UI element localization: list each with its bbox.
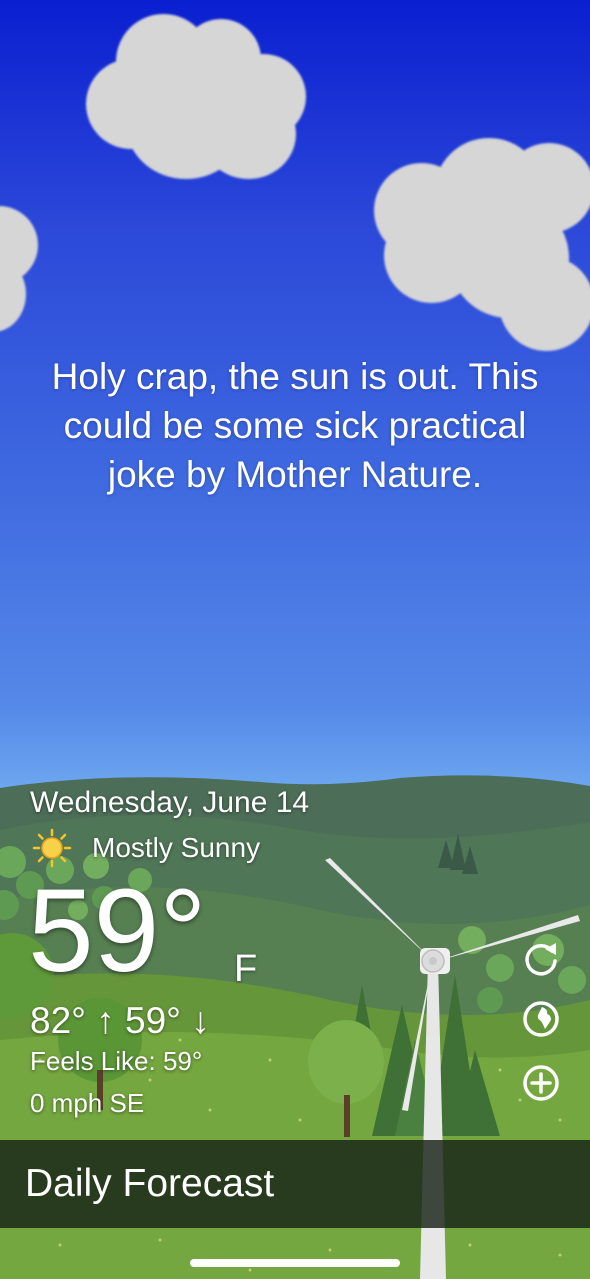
location-button[interactable] xyxy=(520,998,562,1040)
condition-row: Mostly Sunny xyxy=(32,828,260,868)
plus-circle-icon xyxy=(523,1065,559,1101)
wind-label: 0 mph SE xyxy=(30,1088,145,1118)
high-low-temperature: 82° ↑ 59° ↓ xyxy=(30,1000,210,1042)
condition-label: Mostly Sunny xyxy=(92,832,261,863)
date-label: Wednesday, June 14 xyxy=(30,786,310,819)
current-temperature: 59° xyxy=(28,865,207,997)
feels-like-label: Feels Like: 59° xyxy=(30,1046,203,1076)
home-indicator[interactable] xyxy=(190,1259,400,1267)
down-arrow-icon: ↓ xyxy=(191,1000,210,1041)
refresh-button[interactable] xyxy=(520,938,562,980)
temperature-unit: F xyxy=(234,948,258,990)
sun-icon xyxy=(32,828,72,868)
up-arrow-icon: ↑ xyxy=(96,1000,115,1041)
refresh-icon xyxy=(525,943,557,976)
low-temperature: 59° xyxy=(125,1000,181,1041)
daily-forecast-label[interactable]: Daily Forecast xyxy=(25,1162,274,1206)
add-location-button[interactable] xyxy=(520,1062,562,1104)
globe-icon xyxy=(523,1001,559,1037)
high-temperature: 82° xyxy=(30,1000,86,1041)
